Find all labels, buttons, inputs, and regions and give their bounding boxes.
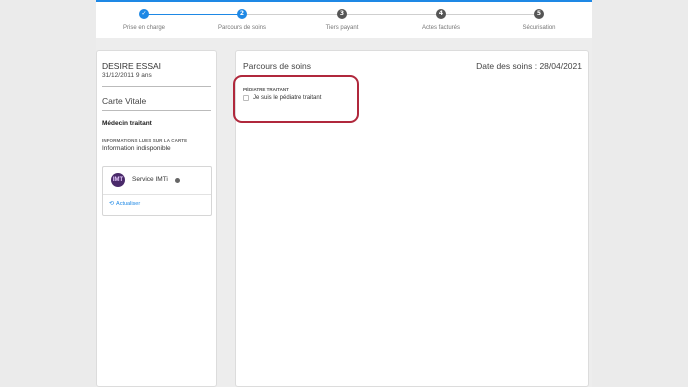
parcours-panel: Parcours de soins Date des soins : 28/04…	[233, 50, 589, 387]
divider	[102, 86, 211, 87]
pediatre-checkbox[interactable]	[243, 95, 249, 101]
step-number: 5	[534, 9, 544, 19]
page-title: Parcours de soins	[243, 61, 312, 71]
patient-name: DESIRE ESSAI	[102, 61, 162, 71]
step-number: 2	[237, 9, 247, 19]
info-value: Information indisponible	[102, 145, 171, 152]
logo-text: IMT	[112, 177, 124, 183]
checkbox-label: Je suis le pédiatre traitant	[253, 95, 322, 101]
refresh-icon: ⟲	[109, 201, 115, 207]
info-label: INFORMATIONS LUES SUR LA CARTE	[102, 138, 188, 143]
pediatre-checkbox-row[interactable]: Je suis le pédiatre traitant	[243, 95, 321, 101]
app-frame: ✓ Prise en charge 2 Parcours de soins 3 …	[96, 0, 592, 387]
medecin-traitant-title: Médecin traitant	[102, 120, 152, 127]
imti-logo-icon: IMT	[111, 173, 125, 187]
step-number: 4	[436, 9, 446, 19]
patient-sidebar: DESIRE ESSAI 31/12/2011 9 ans Carte Vita…	[96, 50, 217, 387]
carte-vitale-title: Carte Vitale	[102, 96, 147, 106]
stepper: ✓ Prise en charge 2 Parcours de soins 3 …	[96, 2, 592, 38]
step-securisation[interactable]: 5 Sécurisation	[499, 9, 579, 31]
step-prise-en-charge[interactable]: ✓ Prise en charge	[104, 9, 184, 31]
refresh-link[interactable]: ⟲ Actualiser	[109, 200, 140, 207]
service-name: Service IMTi	[132, 176, 168, 183]
step-label: Tiers payant	[325, 25, 359, 31]
step-label: Prise en charge	[122, 25, 166, 31]
step-label: Actes facturés	[421, 25, 460, 31]
step-tiers-payant[interactable]: 3 Tiers payant	[302, 9, 382, 31]
refresh-label: Actualiser	[116, 201, 141, 207]
step-parcours-de-soins[interactable]: 2 Parcours de soins	[202, 9, 282, 31]
divider	[102, 110, 211, 111]
step-actes-factures[interactable]: 4 Actes facturés	[401, 9, 481, 31]
service-row: IMT Service IMTi	[103, 167, 211, 195]
check-icon: ✓	[139, 9, 149, 19]
step-label: Sécurisation	[522, 25, 556, 31]
service-imti-card: IMT Service IMTi ⟲ Actualiser	[102, 166, 212, 216]
patient-dob-age: 31/12/2011 9 ans	[102, 72, 152, 79]
pediatre-section-label: PÉDIATRE TRAITANT	[243, 87, 289, 92]
step-number: 3	[337, 9, 347, 19]
status-dot-icon	[175, 178, 180, 183]
step-label: Parcours de soins	[217, 25, 267, 31]
care-date: Date des soins : 28/04/2021	[476, 61, 582, 71]
